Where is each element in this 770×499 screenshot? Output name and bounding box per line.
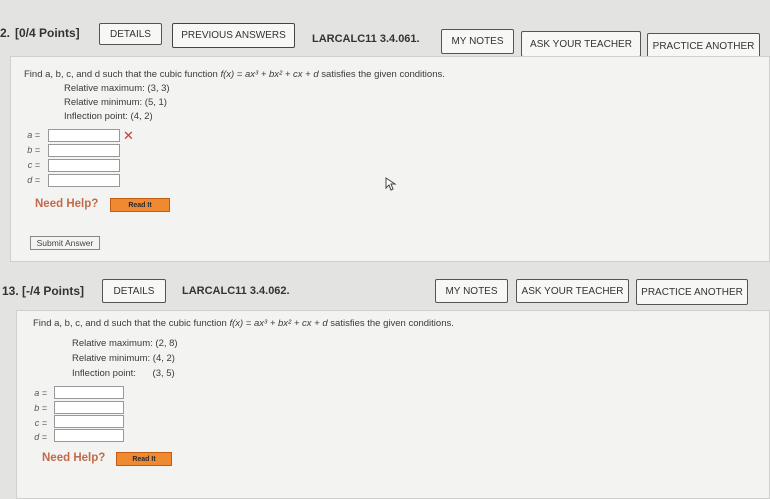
q12-c-label: c =	[27, 160, 40, 170]
q13-need-help: Need Help?	[42, 452, 106, 464]
q12-condition-value: (4, 2)	[130, 111, 153, 122]
q12-condition-label: Relative maximum:	[64, 83, 145, 94]
q12-condition-label: Inflection point:	[64, 111, 128, 122]
q12-condition-value: (5, 1)	[144, 97, 167, 108]
q12-prompt: Find a, b, c, and d such that the cubic …	[24, 69, 445, 80]
q13-points: [-/4 Points]	[22, 284, 84, 298]
q12-a-input[interactable]	[48, 129, 120, 142]
q13-details-button[interactable]: DETAILS	[102, 279, 166, 303]
q12-previous-answers-button[interactable]: PREVIOUS ANSWERS	[172, 23, 295, 48]
q13-condition-label: Inflection point:	[72, 368, 136, 379]
q13-prompt-start: Find a, b, c, and d such that the cubic …	[33, 318, 230, 329]
q13-my-notes-button[interactable]: MY NOTES	[435, 279, 508, 303]
q12-condition-2: Relative minimum: (5, 1)	[64, 97, 167, 108]
q12-my-notes-button[interactable]: MY NOTES	[441, 29, 514, 54]
q13-read-it-button[interactable]: Read It	[116, 452, 172, 466]
q12-condition-1: Relative maximum: (3, 3)	[64, 83, 170, 94]
q12-problem-id: LARCALC11 3.4.061.	[312, 33, 420, 45]
q13-condition-3: Inflection point: (3, 5)	[72, 368, 175, 379]
q12-prompt-start: Find a, b, c, and d such that the cubic …	[24, 69, 221, 80]
q12-submit-answer-button[interactable]: Submit Answer	[30, 236, 100, 250]
q12-details-button[interactable]: DETAILS	[99, 23, 162, 45]
q12-condition-label: Relative minimum:	[64, 97, 143, 108]
q12-prompt-end: satisfies the given conditions.	[318, 69, 445, 80]
q13-prompt-function: f(x) = ax³ + bx² + cx + d	[229, 318, 328, 329]
q13-d-input[interactable]	[54, 429, 124, 442]
q13-condition-value: (2, 8)	[155, 338, 178, 349]
q12-c-input[interactable]	[48, 159, 120, 172]
q13-number: 13.	[2, 284, 19, 298]
q13-a-label: a =	[34, 388, 47, 398]
q13-c-label: c =	[34, 418, 47, 428]
q13-c-input[interactable]	[54, 415, 124, 428]
x-mark-icon: ✕	[123, 128, 134, 143]
q13-a-input[interactable]	[54, 386, 124, 399]
q13-condition-2: Relative minimum: (4, 2)	[72, 353, 175, 364]
q13-practice-another-button[interactable]: PRACTICE ANOTHER	[636, 279, 748, 305]
q13-ask-teacher-button[interactable]: ASK YOUR TEACHER	[516, 279, 629, 303]
q12-a-label: a =	[27, 130, 40, 140]
q13-condition-label: Relative maximum:	[72, 338, 153, 349]
q12-d-label: d =	[27, 175, 40, 185]
q13-condition-value: (3, 5)	[152, 368, 175, 379]
q13-condition-1: Relative maximum: (2, 8)	[72, 338, 178, 349]
q12-read-it-button[interactable]: Read It	[110, 198, 170, 212]
q12-ask-teacher-button[interactable]: ASK YOUR TEACHER	[521, 31, 641, 57]
q12-prompt-function: f(x) = ax³ + bx² + cx + d	[220, 69, 319, 80]
mouse-pointer-icon	[385, 177, 397, 191]
q12-d-input[interactable]	[48, 174, 120, 187]
q12-number: 2.	[0, 26, 11, 40]
q12-b-label: b =	[27, 145, 40, 155]
q13-b-input[interactable]	[54, 401, 124, 414]
q13-d-label: d =	[34, 432, 47, 442]
q13-prompt: Find a, b, c, and d such that the cubic …	[33, 318, 454, 329]
q12-condition-value: (3, 3)	[147, 83, 170, 94]
q13-b-label: b =	[34, 403, 47, 413]
q12-condition-3: Inflection point: (4, 2)	[64, 111, 153, 122]
q13-prompt-end: satisfies the given conditions.	[327, 318, 454, 329]
q12-need-help: Need Help?	[35, 198, 99, 210]
q13-condition-label: Relative minimum:	[72, 353, 151, 364]
q13-problem-id: LARCALC11 3.4.062.	[182, 285, 290, 297]
q12-b-input[interactable]	[48, 144, 120, 157]
q13-condition-value: (4, 2)	[152, 353, 175, 364]
q12-points: [0/4 Points]	[15, 26, 80, 40]
